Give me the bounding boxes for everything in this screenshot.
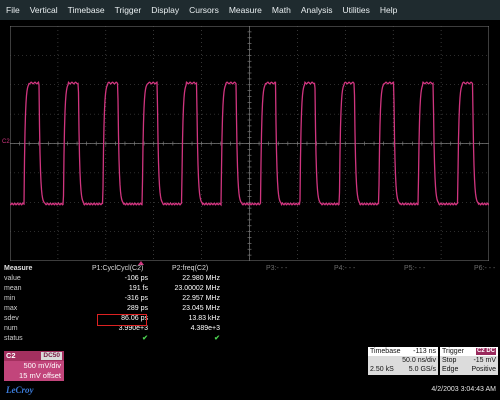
p1-max: 289 ps	[126, 305, 148, 312]
measure-title: Measure	[4, 265, 33, 272]
waveform-display[interactable]	[10, 26, 489, 261]
date-time: 4/2/2003 3:04:43 AM	[431, 386, 496, 393]
menu-cursors[interactable]: Cursors	[189, 5, 219, 15]
timebase-title: Timebase	[370, 348, 401, 355]
timebase-sample-rate: 5.0 GS/s	[408, 366, 436, 373]
p5-header[interactable]: P5:- - -	[404, 264, 425, 274]
lecroy-logo: LeCroy	[6, 385, 34, 395]
menu-vertical[interactable]: Vertical	[30, 5, 58, 15]
p2-mean: 23.00002 MHz	[174, 285, 220, 292]
measure-row-status: status ✔ ✔	[0, 334, 500, 344]
timebase-samples: 2.50 kS	[370, 366, 394, 373]
menu-file[interactable]: File	[6, 5, 20, 15]
menu-analysis[interactable]: Analysis	[301, 5, 333, 15]
p2-min: 22.957 MHz	[182, 295, 220, 302]
measure-row-mean: mean 191 fs 23.00002 MHz	[0, 284, 500, 294]
measure-row-num: num 3.990e+3 4.389e+3	[0, 324, 500, 334]
measure-row-max: max 289 ps 23.045 MHz	[0, 304, 500, 314]
measure-row-label: value	[4, 275, 21, 282]
p6-header[interactable]: P6:- - -	[474, 264, 495, 274]
p1-header[interactable]: P1:CyclCycl(C2)	[92, 264, 143, 274]
trigger-slope: Positive	[471, 366, 496, 373]
p2-sdev: 13.83 kHz	[188, 315, 220, 322]
measure-row-value: value -106 ps 22.980 MHz	[0, 274, 500, 284]
measure-header-row: Measure P1:CyclCycl(C2) P2:freq(C2) P3:-…	[0, 264, 500, 274]
timebase-descriptor[interactable]: Timebase -113 ns 50.0 ns/div 2.50 kS 5.0…	[368, 347, 438, 375]
measure-row-label: sdev	[4, 315, 19, 322]
measure-row-sdev: sdev 86.06 ps 13.83 kHz	[0, 314, 500, 324]
channel-id: C2	[6, 351, 16, 360]
vertical-scale: 500 mV/div	[23, 361, 61, 370]
measure-row-label: status	[4, 335, 23, 342]
menu-display[interactable]: Display	[151, 5, 179, 15]
trigger-type: Edge	[442, 366, 459, 373]
timebase-rate: 50.0 ns/div	[402, 357, 436, 364]
coupling-badge: DC50	[41, 352, 62, 360]
sdev-highlight-box	[97, 314, 147, 326]
p2-status: ✔	[214, 335, 220, 342]
menu-math[interactable]: Math	[272, 5, 291, 15]
measure-table[interactable]: Measure P1:CyclCycl(C2) P2:freq(C2) P3:-…	[0, 264, 500, 348]
p1-mean: 191 fs	[128, 285, 148, 292]
measure-row-label: max	[4, 305, 18, 312]
menu-utilities[interactable]: Utilities	[342, 5, 369, 15]
menu-timebase[interactable]: Timebase	[68, 5, 105, 15]
menu-help[interactable]: Help	[380, 5, 397, 15]
p4-header[interactable]: P4:- - -	[334, 264, 355, 274]
measure-row-label: mean	[4, 285, 22, 292]
ground-level-marker[interactable]: C2	[2, 138, 10, 146]
menu-trigger[interactable]: Trigger	[115, 5, 142, 15]
p2-num: 4.389e+3	[190, 325, 220, 332]
graticule	[10, 26, 489, 261]
trigger-title: Trigger	[442, 348, 464, 355]
trigger-mode: Stop	[442, 357, 457, 364]
p1-min: -316 ps	[124, 295, 148, 302]
menu-bar: File Vertical Timebase Trigger Display Cursor…	[0, 0, 500, 20]
vertical-offset: 15 mV offset	[19, 371, 61, 380]
p2-header[interactable]: P2:freq(C2)	[172, 264, 208, 274]
measure-row-label: min	[4, 295, 16, 302]
p1-value: -106 ps	[124, 275, 148, 282]
p2-value: 22.980 MHz	[182, 275, 220, 282]
trigger-level: -15 mV	[473, 357, 496, 364]
measure-row-label: num	[4, 325, 18, 332]
trigger-source-badge: C2 DC	[475, 348, 496, 355]
menu-measure[interactable]: Measure	[229, 5, 262, 15]
measure-row-min: min -316 ps 22.957 MHz	[0, 294, 500, 304]
p3-header[interactable]: P3:- - -	[266, 264, 287, 274]
channel-descriptor[interactable]: C2 DC50 500 mV/div 15 mV offset	[4, 351, 64, 381]
p1-status: ✔	[142, 335, 148, 342]
timebase-delay: -113 ns	[413, 348, 436, 355]
p2-max: 23.045 MHz	[182, 305, 220, 312]
trigger-descriptor[interactable]: Trigger C2 DC Stop -15 mV Edge Positive	[440, 347, 498, 375]
